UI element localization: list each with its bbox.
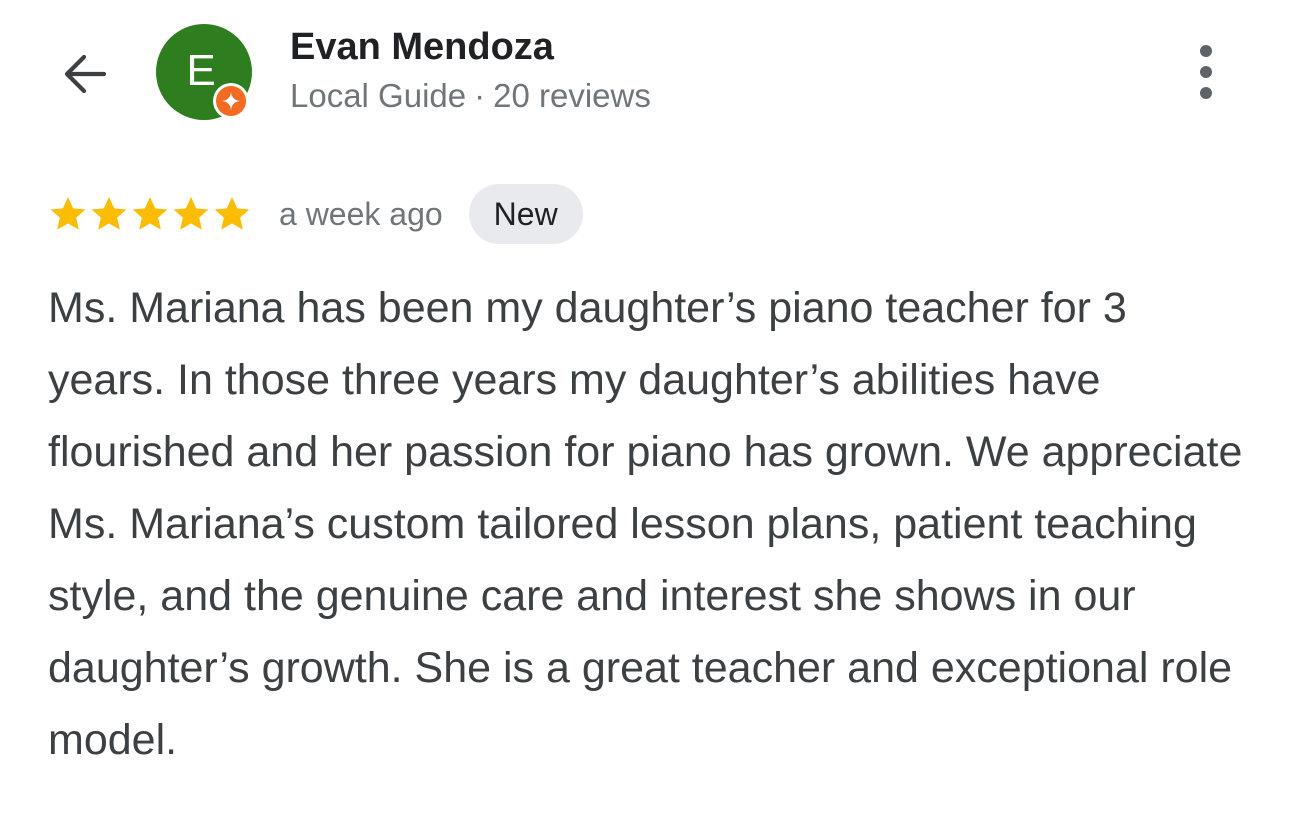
reviewer-level: Local Guide: [290, 77, 467, 114]
star-rating: [48, 194, 253, 234]
star-icon: [50, 197, 86, 230]
review-time: a week ago: [279, 195, 443, 232]
local-guide-star-icon: [222, 92, 240, 110]
more-options-button[interactable]: [1180, 40, 1232, 104]
more-vert-icon-dot-2: [1200, 66, 1212, 78]
rating-row: a week ago New: [48, 184, 583, 244]
star-icon: [91, 197, 127, 230]
back-button[interactable]: [52, 42, 116, 106]
avatar-letter: E: [186, 46, 216, 95]
more-vert-icon-dot-1: [1200, 45, 1212, 57]
local-guide-badge: [213, 83, 249, 119]
meta-separator: ·: [474, 77, 486, 114]
star-icon: [214, 197, 250, 230]
star-icon: [132, 197, 168, 230]
star-icon: [173, 197, 209, 230]
reviewer-review-count: 20 reviews: [493, 77, 651, 114]
new-badge: New: [468, 184, 583, 244]
reviewer-meta: Local Guide · 20 reviews: [290, 77, 651, 115]
reviewer-name[interactable]: Evan Mendoza: [290, 26, 554, 69]
more-vert-icon-dot-3: [1200, 87, 1212, 99]
arrow-back-icon: [64, 54, 107, 94]
review-text: Ms. Mariana has been my daughter’s piano…: [48, 284, 1243, 764]
